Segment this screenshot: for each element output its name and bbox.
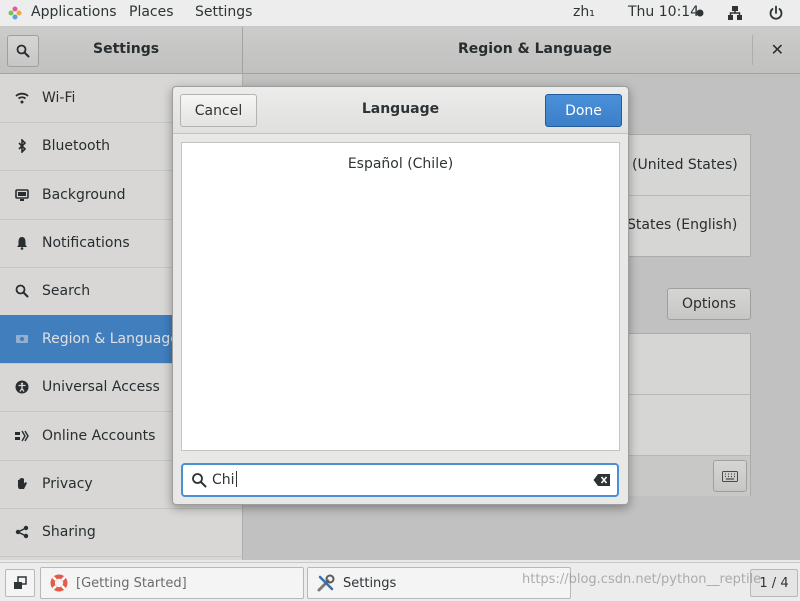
places-menu[interactable]: Places xyxy=(129,4,174,20)
search-icon xyxy=(192,473,207,488)
settings-menu[interactable]: Settings xyxy=(195,4,252,20)
taskbar-item-label: [Getting Started] xyxy=(76,575,187,591)
list-item[interactable]: Español (Chile) xyxy=(182,143,619,185)
taskbar-item-getting-started[interactable]: [Getting Started] xyxy=(40,567,304,599)
taskbar-item-label: Settings xyxy=(343,575,397,591)
help-lifebuoy-icon xyxy=(49,573,69,593)
applications-menu[interactable]: Applications xyxy=(31,4,117,20)
settings-tools-icon xyxy=(316,573,336,593)
show-desktop-button[interactable] xyxy=(5,569,35,597)
apps-logo-icon[interactable] xyxy=(8,6,22,20)
dialog-header: Cancel Language Done xyxy=(173,87,628,134)
language-search-input[interactable]: Chi xyxy=(181,463,619,497)
clear-text-icon[interactable] xyxy=(593,473,611,487)
show-desktop-icon xyxy=(14,576,27,589)
clock[interactable]: Thu 10:14 xyxy=(628,4,699,20)
power-icon[interactable] xyxy=(768,5,784,21)
network-icon[interactable] xyxy=(727,5,743,21)
done-button[interactable]: Done xyxy=(545,94,622,127)
language-list: Español (Chile) xyxy=(181,142,620,451)
search-input-value: Chi xyxy=(212,472,235,488)
watermark-text: https://blog.csdn.net/python__reptile xyxy=(522,572,762,587)
input-method-indicator[interactable]: zh₁ xyxy=(573,4,595,20)
text-caret xyxy=(235,471,237,487)
recording-dot-icon xyxy=(696,9,704,17)
language-dialog: Cancel Language Done Español (Chile) Chi xyxy=(172,86,629,505)
top-bar: Applications Places Settings zh₁ Thu 10:… xyxy=(0,0,800,27)
